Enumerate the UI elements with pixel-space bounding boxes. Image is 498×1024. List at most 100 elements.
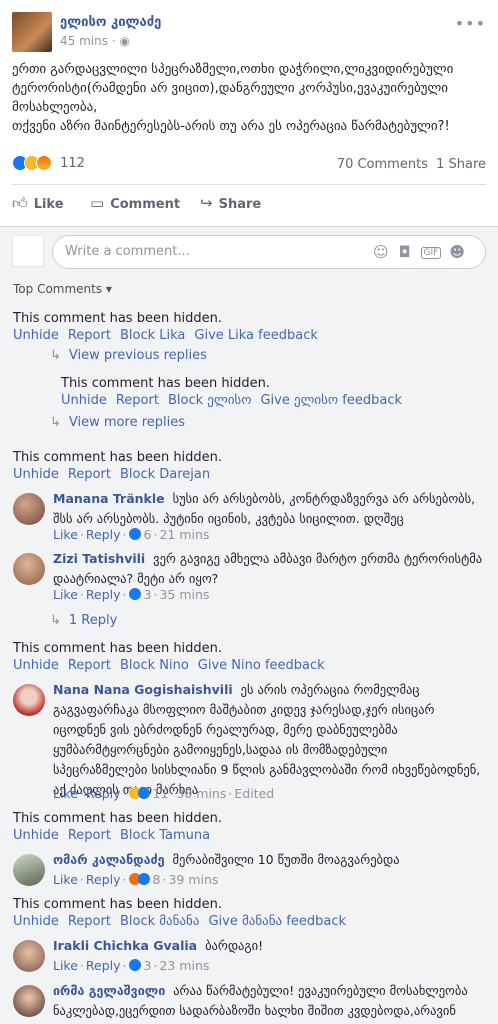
comment-time[interactable]: 21 mins (159, 527, 209, 542)
reaction-count[interactable]: 112 (60, 156, 85, 171)
comment-meta: Like · Reply · 11 · 30 mins · Edited (53, 786, 275, 801)
divider (12, 184, 486, 185)
comment-like-count[interactable]: 11 (153, 786, 169, 801)
commenter-name[interactable]: ომარ კალანდაძე (53, 852, 165, 867)
comment-meta: Like · Reply · 3 · 23 mins (53, 958, 210, 973)
comments-count[interactable]: 70 Comments (337, 157, 428, 172)
globe-icon[interactable]: ◉ (119, 34, 129, 48)
feedback-link[interactable]: Give Lika feedback (194, 328, 317, 343)
hidden-comment-notice: This comment has been hidden. (61, 376, 271, 391)
comment-body: ირმა გელაშვილი არაა წარმატებული! ევაკუირ… (53, 981, 483, 1024)
comment-like-link[interactable]: Like (53, 958, 78, 973)
comment-reply-link[interactable]: Reply (86, 527, 121, 542)
comment-button[interactable]: ▭ Comment (90, 194, 180, 212)
sticker-icon[interactable]: ☻ (449, 243, 475, 261)
unhide-link[interactable]: Unhide (13, 828, 59, 843)
more-options-icon[interactable]: ••• (455, 14, 486, 33)
commenter-name[interactable]: Zizi Tatishvili (53, 551, 145, 566)
comment-like-count[interactable]: 3 (144, 587, 152, 602)
camera-icon[interactable]: ◘ (399, 243, 421, 261)
feedback-link[interactable]: Give ელისო feedback (260, 393, 402, 408)
share-button[interactable]: ↪ Share (200, 194, 261, 212)
block-link[interactable]: Block Nino (120, 658, 189, 673)
commenter-avatar[interactable] (13, 854, 45, 886)
comment-input[interactable]: Write a comment... ☺◘ GIF ☻ (52, 235, 486, 269)
view-previous-replies[interactable]: ↳ View previous replies (50, 348, 207, 363)
comment-body: Irakli Chichka Gvalia ბარდაგი! (53, 936, 483, 956)
comment-like-link[interactable]: Like (53, 872, 78, 887)
comment-placeholder: Write a comment... (65, 244, 190, 259)
commenter-avatar[interactable] (13, 940, 45, 972)
hidden-comment-actions: Unhide Report Block Tamuna (13, 828, 219, 843)
hidden-comment-actions: Unhide Report Block მანანა Give მანანა feed… (13, 914, 355, 929)
top-comments-dropdown[interactable]: Top Comments ▾ (13, 282, 112, 296)
commenter-avatar[interactable] (13, 493, 45, 525)
commenter-name[interactable]: Manana Tränkle (53, 491, 165, 506)
commenter-avatar[interactable] (13, 553, 45, 585)
reply-arrow-icon: ↳ (50, 613, 61, 628)
comment-time[interactable]: 23 mins (159, 958, 209, 973)
comment-reply-link[interactable]: Reply (86, 958, 121, 973)
report-link[interactable]: Report (68, 467, 111, 482)
feedback-link[interactable]: Give Nino feedback (198, 658, 325, 673)
report-link[interactable]: Report (68, 658, 111, 673)
comment-body: Zizi Tatishvili ვერ გავიგე ამხელა ამბავი… (53, 549, 483, 589)
post-header: ელისო კილაძე 45 mins · ◉ ••• (12, 12, 486, 52)
unhide-link[interactable]: Unhide (13, 914, 59, 929)
unhide-link[interactable]: Unhide (13, 328, 59, 343)
report-link[interactable]: Report (68, 914, 111, 929)
comment-like-count[interactable]: 6 (144, 527, 152, 542)
view-more-replies[interactable]: ↳ View more replies (50, 415, 185, 430)
feedback-link[interactable]: Give მანანა feedback (208, 914, 346, 929)
like-reaction-icon (137, 873, 150, 885)
block-link[interactable]: Block Darejan (120, 467, 210, 482)
unhide-link[interactable]: Unhide (13, 467, 59, 482)
block-link[interactable]: Block Lika (120, 328, 185, 343)
author-avatar[interactable] (12, 12, 52, 52)
post-time[interactable]: 45 mins (60, 34, 108, 48)
comment-like-link[interactable]: Like (53, 786, 78, 801)
comment-reply-link[interactable]: Reply (86, 786, 121, 801)
like-reaction-icon (128, 959, 141, 971)
comment-like-link[interactable]: Like (53, 587, 78, 602)
hidden-comment-actions: Unhide Report Block ელისო Give ელისო feedba… (61, 393, 411, 408)
edited-label[interactable]: Edited (234, 786, 274, 801)
comment-time[interactable]: 39 mins (168, 872, 218, 887)
block-link[interactable]: Block Tamuna (120, 828, 210, 843)
comment-time[interactable]: 35 mins (159, 587, 209, 602)
like-button[interactable]: 👍︎ Like (12, 194, 64, 213)
report-link[interactable]: Report (68, 328, 111, 343)
comments-section: Write a comment... ☺◘ GIF ☻ Top Comments ▾… (0, 226, 498, 1024)
comment-like-count[interactable]: 8 (153, 872, 161, 887)
reply-arrow-icon: ↳ (50, 348, 61, 363)
comment-like-count[interactable]: 3 (144, 958, 152, 973)
block-link[interactable]: Block მანანა (120, 914, 199, 929)
commenter-name[interactable]: ირმა გელაშვილი (53, 983, 165, 998)
commenter-name[interactable]: Irakli Chichka Gvalia (53, 938, 197, 953)
hidden-comment-actions: Unhide Report Block Lika Give Lika feedback (13, 328, 327, 343)
hidden-comment-actions: Unhide Report Block Nino Give Nino feedback (13, 658, 334, 673)
shares-count[interactable]: 1 Share (436, 157, 486, 172)
comment-reply-link[interactable]: Reply (86, 872, 121, 887)
report-link[interactable]: Report (116, 393, 159, 408)
post-meta: 45 mins · ◉ (60, 34, 130, 48)
comment-reply-link[interactable]: Reply (86, 587, 121, 602)
post-text: ერთი გარდაცვლილი სპეცრაზმელი,ოთხი დაჭრილ… (12, 62, 454, 134)
report-link[interactable]: Report (68, 828, 111, 843)
comment-time[interactable]: 30 mins (176, 786, 226, 801)
comment-like-link[interactable]: Like (53, 527, 78, 542)
commenter-avatar[interactable] (13, 684, 45, 716)
commenter-avatar[interactable] (13, 985, 45, 1017)
emoji-icon[interactable]: ☺ (373, 243, 399, 261)
unhide-link[interactable]: Unhide (61, 393, 107, 408)
angry-reaction-icon[interactable] (36, 155, 52, 171)
commenter-name[interactable]: Nana Nana Gogishaishvili (53, 682, 233, 697)
like-reaction-icon (128, 588, 141, 600)
unhide-link[interactable]: Unhide (13, 658, 59, 673)
post-author[interactable]: ელისო კილაძე (60, 15, 161, 30)
gif-icon[interactable]: GIF (420, 247, 442, 259)
one-reply-link[interactable]: ↳ 1 Reply (50, 613, 117, 628)
thumbs-up-icon: 👍︎ (12, 194, 28, 212)
like-reaction-icon (128, 528, 141, 540)
block-link[interactable]: Block ელისო (168, 393, 251, 408)
